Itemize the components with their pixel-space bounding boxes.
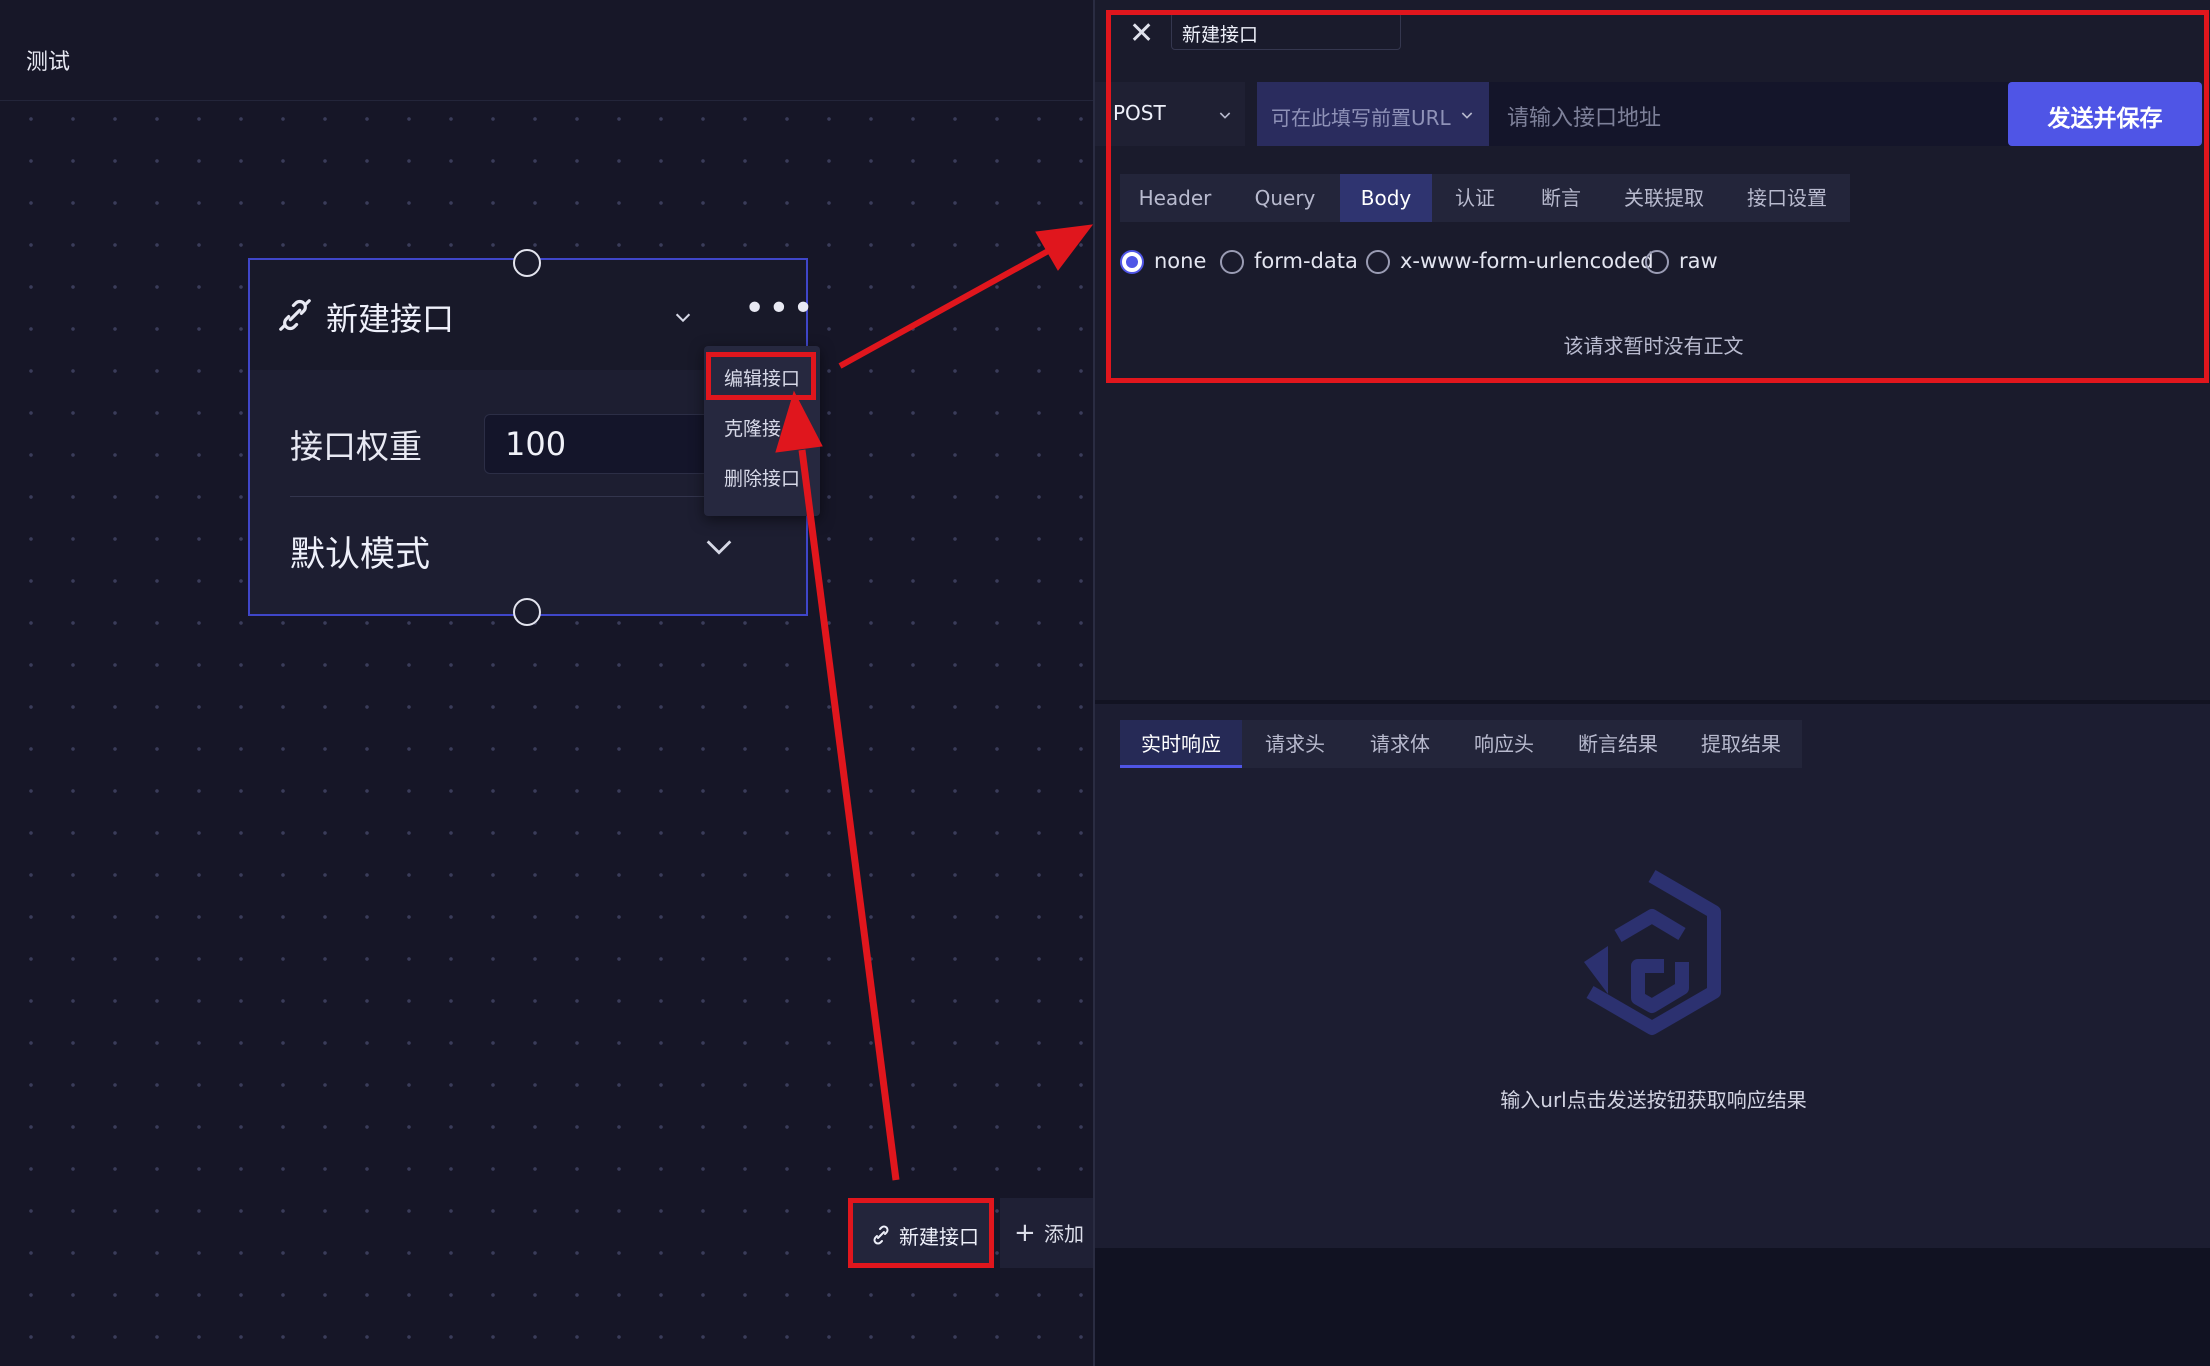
more-icon[interactable]: ••• [744,288,817,329]
response-hint: 输入url点击发送按钮获取响应结果 [1500,1088,1807,1112]
page-title: 测试 [26,50,71,75]
annotation-box-request [1106,10,2209,383]
chevron-down-icon[interactable] [702,530,736,564]
add-button[interactable]: + 添加 [1000,1198,1093,1268]
weight-label: 接口权重 [290,427,422,466]
node-title: 新建接口 [326,300,455,338]
node-connector-bottom[interactable] [513,598,541,626]
annotation-box-edit [706,352,816,400]
response-tabs: 实时响应 请求头 请求体 响应头 断言结果 提取结果 [1120,720,1802,768]
panel-footer [1095,1248,2210,1366]
menu-item-clone[interactable]: 克隆接 [724,414,781,441]
link-icon [873,1225,889,1245]
logo-icon [1584,869,1721,1035]
tab-live-response[interactable]: 实时响应 [1120,720,1242,768]
new-api-label: 新建接口 [899,1225,979,1249]
canvas-header: 测试 [0,0,1093,101]
weight-value: 100 [505,425,567,463]
node-connector-top[interactable] [513,249,541,277]
tab-request-headers[interactable]: 请求头 [1242,720,1348,768]
active-tab-indicator [1120,765,1242,768]
flow-canvas[interactable] [0,0,1093,1366]
chevron-down-icon[interactable] [672,306,694,328]
tab-request-body[interactable]: 请求体 [1348,720,1452,768]
divider [290,496,766,497]
response-section: 实时响应 请求头 请求体 响应头 断言结果 提取结果 输入url点击发送按钮获取… [1095,704,2210,1248]
tab-response-headers[interactable]: 响应头 [1452,720,1556,768]
add-label: 添加 [1044,1222,1084,1246]
tab-extract-results[interactable]: 提取结果 [1680,720,1802,768]
new-api-button[interactable]: 新建接口 [848,1198,994,1268]
link-icon [279,299,311,331]
menu-item-delete[interactable]: 删除接口 [724,464,800,491]
mode-select-value[interactable]: 默认模式 [290,526,430,577]
plus-icon: + [1014,1218,1036,1248]
tab-assert-results[interactable]: 断言结果 [1556,720,1680,768]
